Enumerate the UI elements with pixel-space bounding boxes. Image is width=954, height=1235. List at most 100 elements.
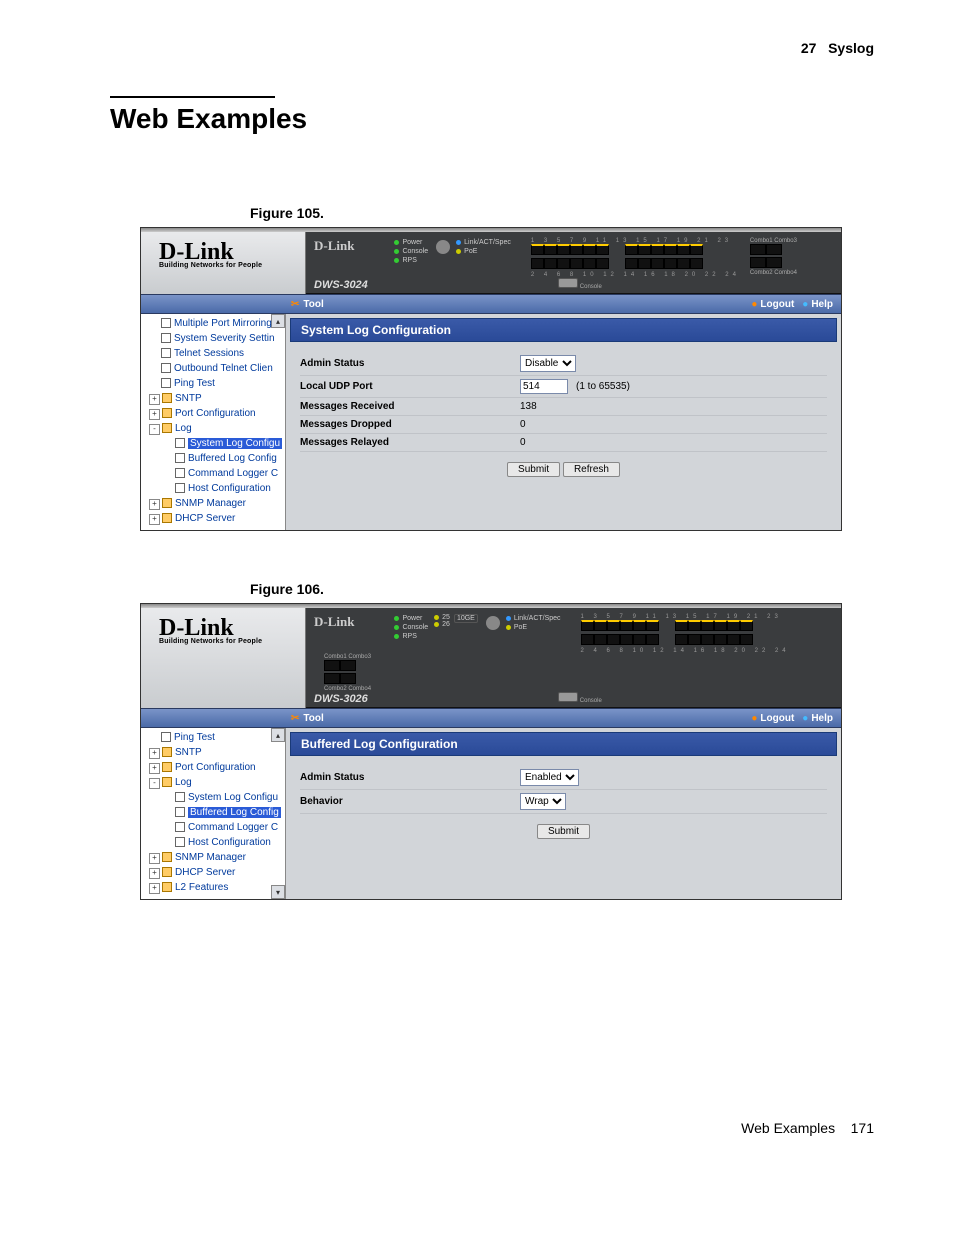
- tree-item[interactable]: Command Logger C: [145, 466, 285, 481]
- tree-item[interactable]: Ping Test: [145, 376, 285, 391]
- port-block: 1 3 5 7 9 11 13 15 17 19 21 232 4 6 8 10…: [531, 238, 740, 278]
- content-area: Buffered Log Configuration Admin StatusEn…: [286, 728, 841, 899]
- tree-expander[interactable]: +: [149, 394, 160, 405]
- tree-item-label: Log: [175, 777, 192, 788]
- linkact-leds: Link/ACT/SpecPoE: [506, 614, 561, 632]
- tree-item-label: Multiple Port Mirroring: [174, 318, 272, 329]
- tree-item-label: Telnet Sessions: [174, 348, 244, 359]
- field-label: Local UDP Port: [300, 381, 520, 392]
- refresh-button[interactable]: Refresh: [563, 462, 620, 477]
- tree-expander[interactable]: +: [149, 499, 160, 510]
- brand-logo: D-Link: [159, 242, 299, 262]
- tree-item[interactable]: Multiple Port Mirroring: [145, 316, 285, 331]
- help-link[interactable]: Help: [802, 299, 833, 310]
- tree-item[interactable]: Outbound Telnet Clien: [145, 361, 285, 376]
- tree-item[interactable]: Host Configuration: [145, 835, 285, 850]
- document-icon: [175, 438, 185, 448]
- tree-item[interactable]: -Log: [145, 421, 285, 436]
- nav-tree: ▴Ping Test+SNTP+Port Configuration-LogSy…: [141, 728, 286, 899]
- footer-label: Web Examples: [741, 1120, 835, 1136]
- tree-expander[interactable]: -: [149, 778, 160, 789]
- tree-item[interactable]: Telnet Sessions: [145, 346, 285, 361]
- field-input[interactable]: [520, 379, 568, 394]
- tree-item[interactable]: +SNTP: [145, 745, 285, 760]
- scroll-down-button[interactable]: ▾: [271, 885, 285, 899]
- tree-item[interactable]: Buffered Log Config: [145, 805, 285, 820]
- submit-button[interactable]: Submit: [507, 462, 560, 477]
- logo-area: D-LinkBuilding Networks for People: [141, 608, 306, 708]
- logout-link[interactable]: Logout: [751, 299, 794, 310]
- document-icon: [175, 792, 185, 802]
- document-icon: [175, 837, 185, 847]
- tree-item-label: Command Logger C: [188, 822, 278, 833]
- brand-logo: D-Link: [159, 618, 299, 638]
- tree-expander[interactable]: +: [149, 868, 160, 879]
- panel-title: Buffered Log Configuration: [290, 732, 837, 756]
- tree-item-label: System Log Configu: [188, 438, 282, 449]
- tree-expander[interactable]: -: [149, 424, 160, 435]
- field-label: Admin Status: [300, 358, 520, 369]
- tree-item[interactable]: +Port Configuration: [145, 760, 285, 775]
- console-label: Console: [558, 692, 602, 704]
- field-label: Admin Status: [300, 772, 520, 783]
- tree-item[interactable]: System Severity Settin: [145, 331, 285, 346]
- field-select[interactable]: Disable: [520, 355, 576, 372]
- tree-item[interactable]: Command Logger C: [145, 820, 285, 835]
- tree-item-label: Host Configuration: [188, 837, 271, 848]
- tree-item[interactable]: +L2 Features: [145, 880, 285, 895]
- tree-item[interactable]: Host Configuration: [145, 481, 285, 496]
- tree-item[interactable]: + SNMP Manager: [145, 850, 285, 865]
- help-link[interactable]: Help: [802, 713, 833, 724]
- tree-item-label: Outbound Telnet Clien: [174, 363, 273, 374]
- tree-expander[interactable]: +: [149, 409, 160, 420]
- field-select[interactable]: Wrap: [520, 793, 566, 810]
- tree-item-label: Host Configuration: [188, 483, 271, 494]
- tree-expander[interactable]: +: [149, 763, 160, 774]
- tree-expander[interactable]: +: [149, 748, 160, 759]
- tree-expander[interactable]: +: [149, 883, 160, 894]
- form-row: Messages Received138: [300, 398, 827, 416]
- tree-item-label: DHCP Server: [175, 867, 235, 878]
- tree-item-label: System Severity Settin: [174, 333, 275, 344]
- tree-item[interactable]: Ping Test: [145, 730, 285, 745]
- logout-link[interactable]: Logout: [751, 713, 794, 724]
- folder-icon: [162, 408, 172, 418]
- form-row: Admin StatusDisable: [300, 352, 827, 376]
- panel-title: System Log Configuration: [290, 318, 837, 342]
- tree-item[interactable]: + DHCP Server: [145, 865, 285, 880]
- tree-item[interactable]: + SNTP: [145, 391, 285, 406]
- tree-item[interactable]: System Log Configu: [145, 436, 285, 451]
- tree-expander[interactable]: +: [149, 853, 160, 864]
- fan-icon: [486, 616, 500, 630]
- document-icon: [175, 468, 185, 478]
- screenshot: D-LinkBuilding Networks for PeopleD-Link…: [140, 603, 842, 900]
- tree-item[interactable]: - Log: [145, 775, 285, 790]
- document-icon: [175, 822, 185, 832]
- tree-item-label: SNTP: [175, 393, 202, 404]
- document-icon: [175, 453, 185, 463]
- screenshot: D-LinkBuilding Networks for PeopleD-Link…: [140, 227, 842, 531]
- folder-icon: [162, 867, 172, 877]
- brand-tagline: Building Networks for People: [159, 638, 299, 645]
- tree-item[interactable]: +Port Configuration: [145, 406, 285, 421]
- folder-icon: [162, 882, 172, 892]
- tree-item[interactable]: Buffered Log Config: [145, 451, 285, 466]
- document-icon: [175, 807, 185, 817]
- tree-expander[interactable]: +: [149, 514, 160, 525]
- document-icon: [161, 363, 171, 373]
- folder-icon: [162, 747, 172, 757]
- tree-item[interactable]: System Log Configu: [145, 790, 285, 805]
- tool-menu[interactable]: Tool: [291, 299, 324, 310]
- tree-item[interactable]: +DHCP Server: [145, 511, 285, 526]
- tree-item-label: SNMP Manager: [175, 852, 246, 863]
- form-row: Messages Dropped0: [300, 416, 827, 434]
- button-row: Submit Refresh: [300, 452, 827, 481]
- field-label: Behavior: [300, 796, 520, 807]
- document-icon: [161, 318, 171, 328]
- submit-button[interactable]: Submit: [537, 824, 590, 839]
- port-block: 1 3 5 7 9 11 13 15 17 19 21 232 4 6 8 10…: [581, 614, 790, 654]
- field-select[interactable]: Enabled: [520, 769, 579, 786]
- folder-icon: [162, 852, 172, 862]
- tree-item[interactable]: +SNMP Manager: [145, 496, 285, 511]
- tool-menu[interactable]: Tool: [291, 713, 324, 724]
